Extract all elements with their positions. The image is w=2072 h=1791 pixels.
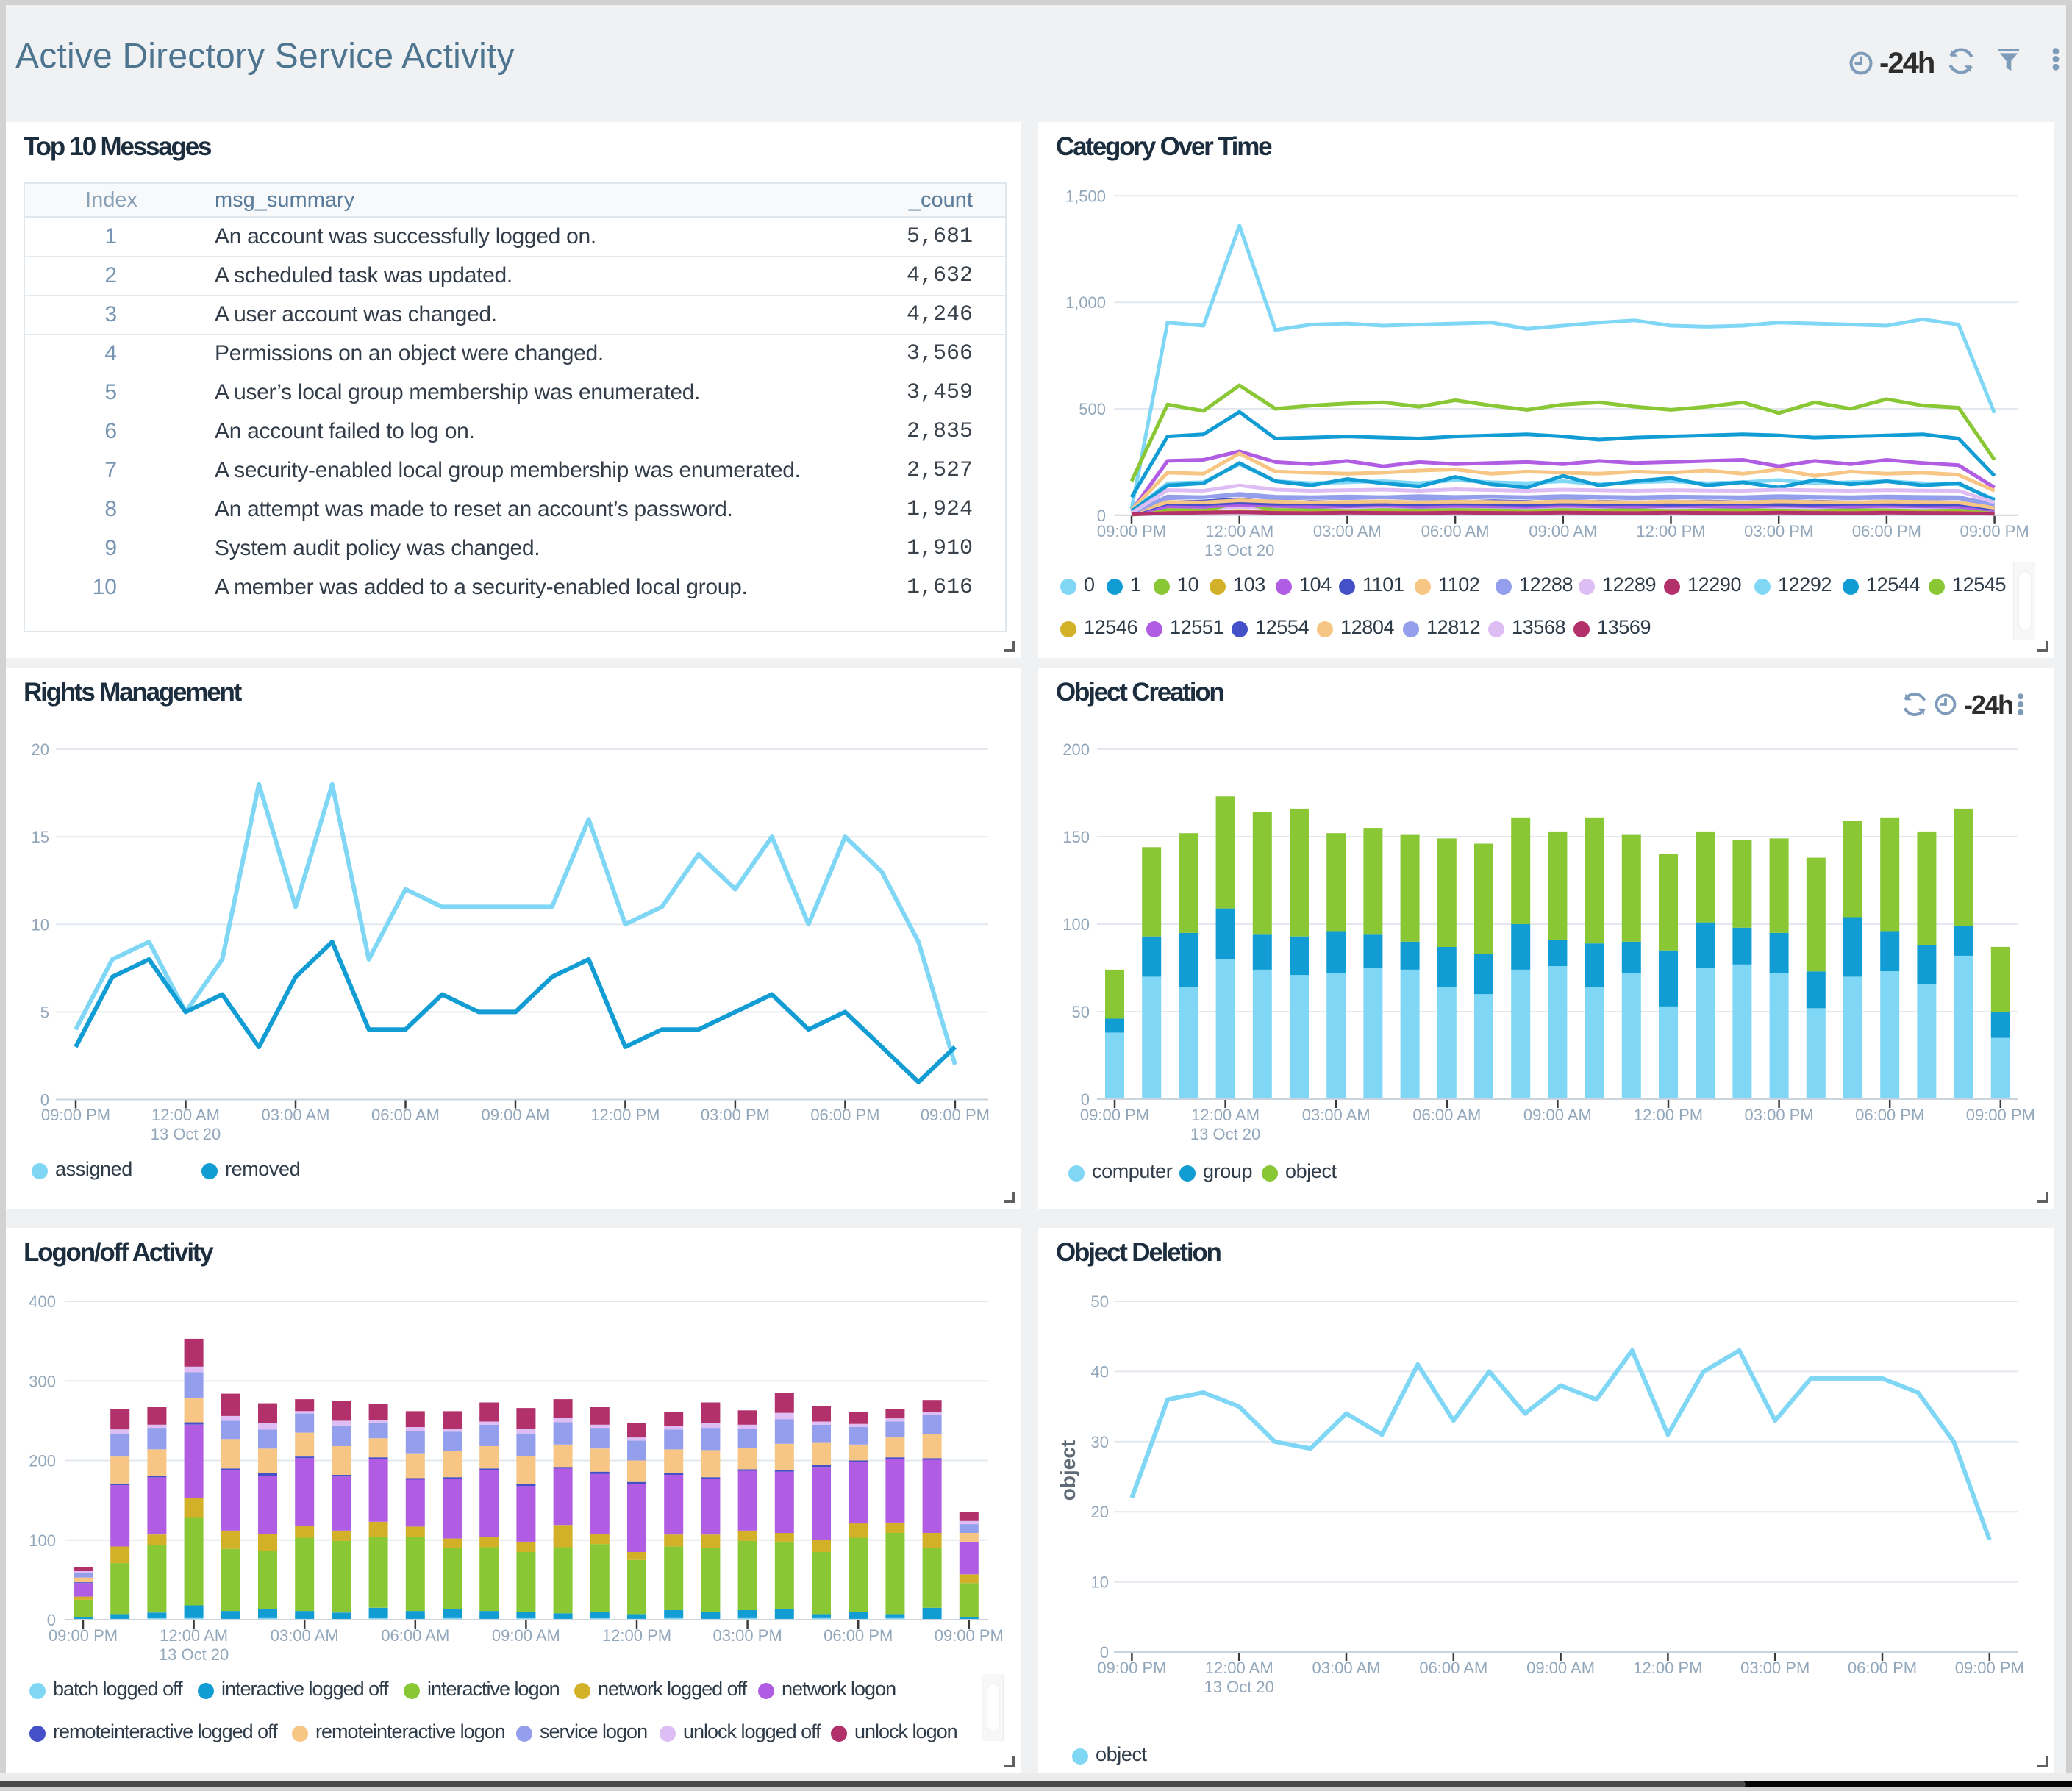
svg-text:12:00 PM: 12:00 PM [1634, 1106, 1703, 1124]
svg-text:10: 10 [32, 915, 49, 934]
svg-text:50: 50 [1072, 1003, 1090, 1021]
svg-text:09:00 PM: 09:00 PM [49, 1626, 118, 1645]
svg-text:12:00 AM: 12:00 AM [151, 1106, 220, 1124]
svg-text:09:00 PM: 09:00 PM [1955, 1659, 2024, 1677]
svg-text:09:00 PM: 09:00 PM [41, 1106, 110, 1124]
svg-text:06:00 PM: 06:00 PM [1848, 1659, 1917, 1677]
svg-text:06:00 PM: 06:00 PM [810, 1106, 879, 1124]
svg-text:150: 150 [1062, 828, 1090, 846]
svg-text:06:00 AM: 06:00 AM [381, 1626, 449, 1645]
svg-text:09:00 PM: 09:00 PM [1080, 1106, 1149, 1124]
svg-text:15: 15 [32, 828, 49, 846]
svg-text:1,000: 1,000 [1065, 293, 1106, 312]
svg-text:100: 100 [1062, 915, 1090, 934]
svg-text:13 Oct 20: 13 Oct 20 [1204, 541, 1274, 560]
svg-text:400: 400 [29, 1293, 56, 1311]
svg-text:09:00 AM: 09:00 AM [492, 1626, 560, 1645]
svg-text:09:00 PM: 09:00 PM [1097, 1659, 1166, 1677]
svg-text:object: object [1057, 1440, 1079, 1501]
svg-text:06:00 PM: 06:00 PM [824, 1626, 893, 1645]
svg-text:06:00 AM: 06:00 AM [371, 1106, 440, 1124]
svg-text:5: 5 [40, 1003, 49, 1021]
svg-text:09:00 PM: 09:00 PM [935, 1626, 1004, 1645]
svg-text:20: 20 [1091, 1503, 1109, 1521]
svg-text:200: 200 [29, 1452, 56, 1470]
svg-text:03:00 AM: 03:00 AM [271, 1626, 339, 1645]
svg-text:30: 30 [1091, 1433, 1109, 1451]
svg-text:03:00 PM: 03:00 PM [1744, 522, 1813, 540]
svg-text:09:00 AM: 09:00 AM [1529, 522, 1597, 540]
svg-text:09:00 PM: 09:00 PM [1960, 522, 2029, 540]
svg-text:13 Oct 20: 13 Oct 20 [151, 1125, 221, 1143]
svg-text:12:00 AM: 12:00 AM [1205, 522, 1273, 540]
svg-text:12:00 PM: 12:00 PM [602, 1626, 671, 1645]
svg-text:03:00 AM: 03:00 AM [262, 1106, 330, 1124]
svg-text:1,500: 1,500 [1065, 187, 1106, 205]
svg-text:12:00 AM: 12:00 AM [1191, 1106, 1260, 1124]
svg-text:12:00 PM: 12:00 PM [590, 1106, 660, 1124]
svg-text:10: 10 [1091, 1573, 1109, 1592]
svg-text:03:00 AM: 03:00 AM [1313, 522, 1382, 540]
svg-text:06:00 PM: 06:00 PM [1852, 522, 1921, 540]
svg-text:09:00 PM: 09:00 PM [1097, 522, 1166, 540]
svg-text:12:00 PM: 12:00 PM [1633, 1659, 1702, 1677]
svg-text:03:00 PM: 03:00 PM [713, 1626, 782, 1645]
svg-text:03:00 AM: 03:00 AM [1312, 1659, 1381, 1677]
svg-text:13 Oct 20: 13 Oct 20 [1190, 1125, 1260, 1143]
svg-text:06:00 PM: 06:00 PM [1855, 1106, 1924, 1124]
svg-text:06:00 AM: 06:00 AM [1421, 522, 1490, 540]
svg-text:09:00 AM: 09:00 AM [1526, 1659, 1595, 1677]
svg-text:100: 100 [29, 1531, 56, 1550]
svg-text:09:00 PM: 09:00 PM [921, 1106, 990, 1124]
svg-text:12:00 AM: 12:00 AM [160, 1626, 228, 1645]
svg-text:06:00 AM: 06:00 AM [1412, 1106, 1481, 1124]
svg-text:12:00 AM: 12:00 AM [1205, 1659, 1273, 1677]
svg-text:40: 40 [1091, 1362, 1109, 1381]
svg-text:03:00 AM: 03:00 AM [1302, 1106, 1371, 1124]
svg-text:20: 20 [32, 740, 49, 759]
svg-text:13 Oct 20: 13 Oct 20 [1204, 1678, 1274, 1696]
svg-text:200: 200 [1062, 740, 1090, 759]
svg-text:50: 50 [1091, 1293, 1109, 1311]
svg-text:03:00 PM: 03:00 PM [701, 1106, 770, 1124]
svg-text:300: 300 [29, 1372, 56, 1390]
svg-text:09:00 AM: 09:00 AM [1523, 1106, 1592, 1124]
svg-text:09:00 PM: 09:00 PM [1966, 1106, 2035, 1124]
svg-text:500: 500 [1079, 400, 1106, 418]
svg-text:09:00 AM: 09:00 AM [482, 1106, 550, 1124]
svg-text:03:00 PM: 03:00 PM [1745, 1106, 1814, 1124]
svg-text:03:00 PM: 03:00 PM [1740, 1659, 1810, 1677]
svg-text:06:00 AM: 06:00 AM [1419, 1659, 1487, 1677]
svg-text:12:00 PM: 12:00 PM [1636, 522, 1705, 540]
svg-text:13 Oct 20: 13 Oct 20 [159, 1645, 229, 1664]
